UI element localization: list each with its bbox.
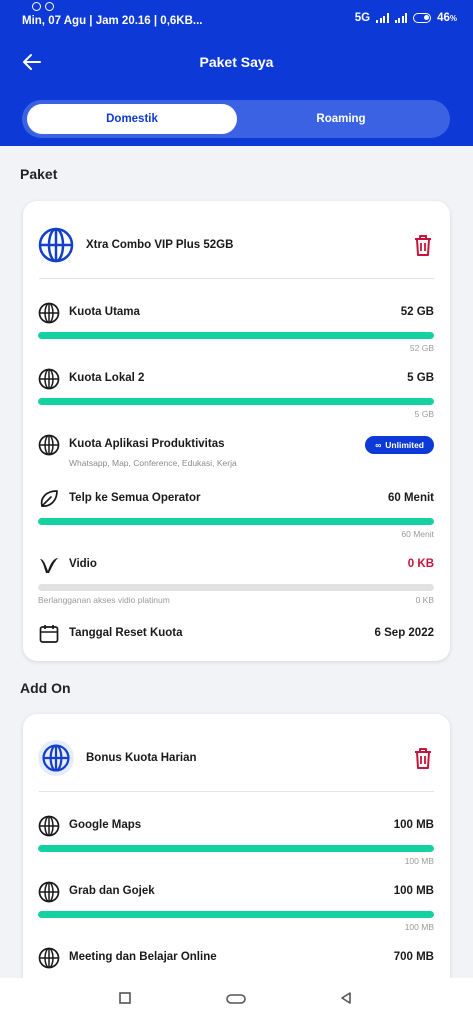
quota-label: Kuota Lokal 2 [69, 372, 145, 384]
quota-progress-bar [38, 584, 434, 591]
quota-label: Grab dan Gojek [69, 885, 155, 897]
system-nav-bar [0, 978, 473, 1024]
quota-progress-bar [38, 911, 434, 918]
quota-label: Telp ke Semua Operator [69, 492, 201, 504]
quota-value: 700 MB [393, 951, 434, 963]
tab-roaming[interactable]: Roaming [236, 104, 446, 134]
quota-bar-note: 60 Menit [401, 529, 434, 539]
quota-bar-note: 5 GB [414, 409, 434, 419]
quota-label: Tanggal Reset Kuota [69, 627, 183, 639]
badge-label: Unlimited [385, 440, 424, 450]
quota-progress-bar [38, 398, 434, 405]
quota-progress-fill [38, 845, 434, 852]
quota-label: Google Maps [69, 819, 142, 831]
package-card: Xtra Combo VIP Plus 52GB Kuota Utama 52 … [23, 201, 450, 661]
recent-apps-icon[interactable] [119, 992, 131, 1004]
notification-icons [32, 2, 54, 11]
battery-level: 46% [437, 12, 457, 24]
status-left-text: Min, 07 Agu | Jam 20.16 | 0,6KB... [22, 15, 203, 27]
quota-progress-fill [38, 911, 434, 918]
quota-label: Vidio [69, 558, 97, 570]
unlimited-badge: ∞ Unlimited [365, 436, 434, 454]
quota-value: 0 KB [407, 558, 434, 570]
divider [39, 791, 434, 792]
package-globe-icon [38, 227, 74, 263]
page-title: Paket Saya [199, 54, 274, 70]
divider [39, 278, 434, 279]
tab-switcher: Domestik Roaming [22, 100, 450, 138]
app-header: Paket Saya Domestik Roaming [0, 34, 473, 146]
quota-value: 52 GB [400, 306, 434, 318]
phone-leaf-icon [40, 490, 58, 507]
globe-icon [38, 302, 60, 324]
vidio-subscription-note: Berlangganan akses vidio platinum [38, 595, 170, 605]
addon-globe-icon [38, 740, 74, 776]
quota-progress-bar [38, 845, 434, 852]
tab-domestik[interactable]: Domestik [27, 104, 237, 134]
globe-icon [38, 881, 60, 903]
section-title-paket: Paket [20, 166, 58, 182]
signal-icon [376, 13, 389, 23]
quota-label: Meeting dan Belajar Online [69, 951, 217, 963]
quota-progress-bar [38, 518, 434, 525]
globe-icon [38, 815, 60, 837]
addon-header: Bonus Kuota Harian [38, 740, 197, 776]
network-type: 5G [354, 12, 371, 24]
trash-icon[interactable] [412, 746, 434, 770]
quota-bar-note: 100 MB [404, 856, 434, 866]
quota-bar-note: 0 KB [415, 595, 434, 605]
quota-bar-note: 100 MB [404, 922, 434, 932]
package-header: Xtra Combo VIP Plus 52GB [38, 227, 233, 263]
addon-name: Bonus Kuota Harian [86, 752, 197, 764]
trash-icon[interactable] [412, 233, 434, 257]
quota-label: Kuota Aplikasi Produktivitas [69, 438, 225, 450]
package-name: Xtra Combo VIP Plus 52GB [86, 239, 234, 251]
vidio-icon [40, 558, 58, 573]
status-right: 5G 46% [355, 12, 457, 24]
quota-label: Kuota Utama [69, 306, 140, 318]
quota-progress-fill [38, 518, 434, 525]
battery-icon [413, 13, 432, 23]
back-nav-icon[interactable] [340, 992, 352, 1004]
quota-value: 100 MB [393, 885, 434, 897]
quota-bar-note: 52 GB [409, 343, 434, 353]
quota-value: 60 Menit [387, 492, 434, 504]
globe-icon [38, 434, 60, 456]
globe-icon [38, 368, 60, 390]
status-bar: Min, 07 Agu | Jam 20.16 | 0,6KB... 5G 46… [0, 0, 473, 34]
infinity-icon: ∞ [375, 440, 382, 450]
quota-apps-list: Whatsapp, Map, Conference, Edukasi, Kerj… [69, 458, 237, 468]
quota-value: 5 GB [407, 372, 434, 384]
quota-progress-fill [38, 332, 434, 339]
quota-progress-bar [38, 332, 434, 339]
signal-icon-2 [394, 13, 408, 23]
section-title-addon: Add On [20, 680, 71, 696]
quota-progress-fill [38, 398, 434, 405]
calendar-icon [39, 625, 59, 643]
quota-value: 100 MB [393, 819, 434, 831]
reset-date-value: 6 Sep 2022 [374, 627, 434, 639]
globe-icon [38, 947, 60, 969]
addon-card: Bonus Kuota Harian Google Maps 100 MB 10… [23, 714, 450, 1004]
home-icon[interactable] [226, 994, 246, 1004]
